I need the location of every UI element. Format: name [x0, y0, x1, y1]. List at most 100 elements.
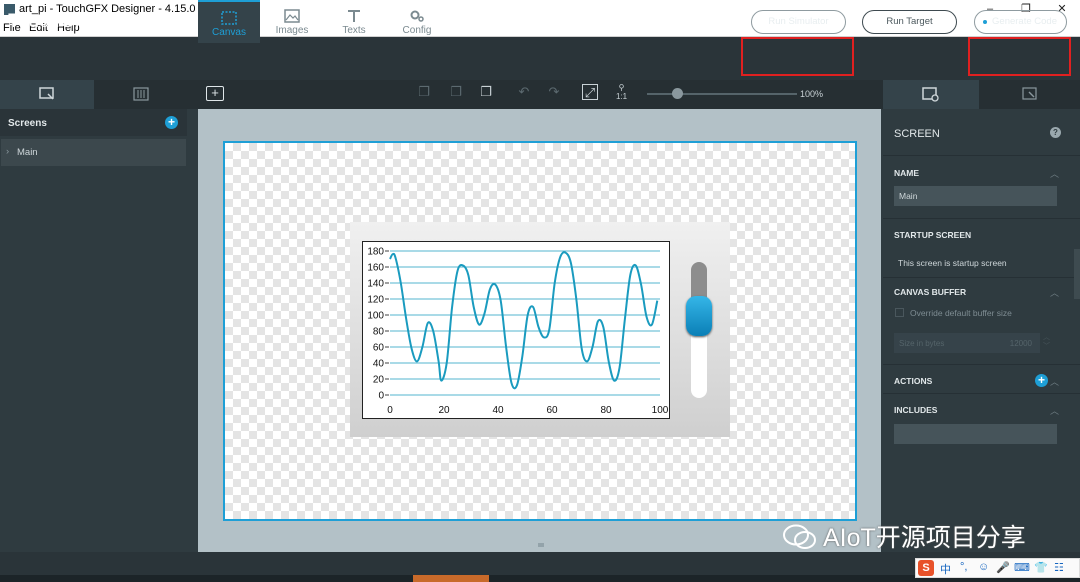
tab-screens-panel[interactable] — [0, 80, 94, 109]
slider-widget-knob[interactable] — [686, 296, 712, 337]
buffer-size-input[interactable]: Size in bytes 12000 — [894, 333, 1040, 353]
dynamic-graph-widget[interactable]: 180 160 140 120 100 80 60 40 20 0 0 20 40 60 80 100 — [362, 241, 670, 419]
ime-chinese-icon[interactable]: 中 — [940, 561, 951, 577]
tab-widgets-panel[interactable] — [94, 80, 187, 109]
buffer-size-value: 12000 — [1009, 339, 1032, 348]
image-icon — [284, 9, 300, 23]
status-dot-icon — [983, 20, 987, 24]
emoji-icon[interactable]: ☺ — [978, 561, 989, 573]
ime-punct-icon[interactable]: °, — [960, 561, 967, 573]
canvas-resize-handle[interactable] — [538, 543, 544, 547]
run-simulator-highlight — [741, 37, 854, 76]
tab-texts[interactable]: Texts — [323, 0, 385, 43]
add-widget-button[interactable]: + — [206, 86, 224, 101]
override-buffer-checkbox[interactable] — [895, 308, 904, 317]
add-interaction-icon[interactable]: + — [1035, 374, 1048, 387]
x-tick-label: 80 — [600, 405, 612, 416]
tab-images[interactable]: Images — [261, 0, 323, 43]
properties-title: SCREEN — [894, 128, 940, 140]
help-icon[interactable]: ? — [1050, 127, 1061, 138]
y-tick-label: 120 — [367, 295, 384, 306]
divider — [883, 393, 1080, 394]
sogou-icon[interactable]: S — [918, 560, 934, 576]
startup-section-label: STARTUP SCREEN — [894, 230, 972, 240]
wechat-icon — [783, 524, 816, 549]
zoom-slider-knob[interactable] — [672, 88, 683, 99]
magnifier-icon: ⚲ — [618, 83, 625, 92]
x-tick-label: 100 — [652, 405, 669, 416]
canvas-icon — [221, 11, 237, 25]
skin-icon[interactable]: 👕 — [1034, 561, 1048, 574]
interaction-icon — [1021, 87, 1037, 100]
includes-input[interactable] — [894, 424, 1057, 444]
y-tick-label: 0 — [378, 391, 384, 402]
tab-properties[interactable] — [883, 80, 979, 109]
properties-icon — [922, 87, 939, 102]
logo-brand: TouchGFX — [8, 11, 100, 32]
zoom-ratio-label: 1:1 — [616, 92, 628, 101]
main-toolbar — [0, 37, 1080, 80]
zoom-actual-button[interactable]: ⚲ 1:1 — [616, 83, 627, 101]
divider — [883, 155, 1080, 156]
wechat-watermark: AIoT开源项目分享 — [783, 518, 1026, 554]
redo-icon[interactable]: ↷ — [546, 84, 562, 100]
tab-canvas[interactable]: Canvas — [198, 0, 260, 43]
screen-select-icon — [39, 87, 54, 100]
screen-item-label: Main — [17, 147, 38, 158]
y-tick-label: 20 — [373, 375, 385, 386]
panel-scrollbar[interactable] — [1074, 249, 1080, 299]
tab-config[interactable]: Config — [386, 0, 448, 43]
generate-code-label: Generate Code — [992, 16, 1057, 27]
zoom-level-label: 100% — [800, 89, 824, 99]
undo-icon[interactable]: ↶ — [516, 84, 532, 100]
tab-interactions[interactable] — [979, 80, 1080, 109]
gear-icon — [410, 10, 424, 22]
tab-config-label: Config — [402, 25, 432, 36]
tab-texts-label: Texts — [342, 25, 366, 36]
sliders-icon — [132, 87, 149, 101]
startup-screen-text: This screen is startup screen — [898, 258, 1007, 268]
taskbar-active-app[interactable] — [413, 575, 489, 582]
buffer-size-placeholder: Size in bytes — [899, 339, 945, 348]
keyboard-icon[interactable]: ⌨ — [1014, 561, 1030, 574]
toolbox-icon[interactable]: ☷ — [1054, 561, 1064, 574]
chevron-right-icon: › — [6, 146, 10, 157]
screens-panel — [0, 109, 187, 552]
zoom-slider-track[interactable] — [647, 93, 797, 95]
send-backward-icon[interactable]: ❐ — [448, 84, 464, 100]
collapse-name-icon[interactable]: ︿ — [1050, 167, 1059, 180]
group-icon[interactable]: ❐ — [478, 84, 494, 100]
canvas-buffer-section-label: CANVAS BUFFER — [894, 287, 967, 297]
ime-toolbar: S 中 °, ☺ 🎤 ⌨ 👕 ☷ — [915, 558, 1080, 578]
run-target-button[interactable]: Run Target — [862, 10, 957, 34]
y-tick-label: 40 — [373, 359, 385, 370]
logo-suffix: DESIGNER — [102, 18, 168, 30]
screens-header: Screens + — [0, 109, 187, 136]
add-screen-icon[interactable]: + — [165, 116, 178, 129]
generate-code-button[interactable]: Generate Code — [974, 10, 1067, 34]
tab-canvas-label: Canvas — [212, 27, 246, 38]
x-tick-label: 0 — [387, 405, 393, 416]
screen-list-item[interactable]: › Main — [1, 139, 186, 166]
screen-name-input[interactable]: Main — [894, 186, 1057, 206]
fit-to-screen-icon[interactable]: ⤢ — [582, 84, 598, 100]
collapse-includes-icon[interactable]: ︿ — [1050, 404, 1059, 417]
run-simulator-button[interactable]: Run Simulator — [751, 10, 846, 34]
watermark-text: AIoT开源项目分享 — [823, 524, 1026, 552]
generate-code-highlight — [968, 37, 1071, 76]
x-tick-label: 20 — [438, 405, 450, 416]
buffer-size-stepper[interactable]: ︿ ﹀ — [1043, 333, 1050, 351]
collapse-actions-icon[interactable]: ︿ — [1050, 375, 1059, 388]
y-tick-label: 160 — [367, 263, 384, 274]
microphone-icon[interactable]: 🎤 — [996, 561, 1010, 574]
name-section-label: NAME — [894, 168, 920, 178]
bring-forward-icon[interactable]: ❐ — [416, 84, 432, 100]
touchgfx-logo: TouchGFX DESIGNER — [8, 11, 168, 33]
y-tick-label: 140 — [367, 279, 384, 290]
y-tick-label: 100 — [367, 311, 384, 322]
tab-images-label: Images — [275, 25, 309, 36]
collapse-canvas-buffer-icon[interactable]: ︿ — [1050, 286, 1059, 299]
y-tick-label: 80 — [373, 327, 385, 338]
divider — [883, 277, 1080, 278]
x-tick-label: 40 — [492, 405, 504, 416]
